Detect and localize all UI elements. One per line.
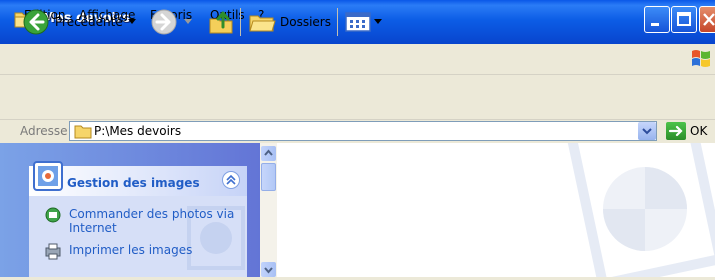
- chevron-down-icon: [184, 19, 192, 24]
- forward-arrow-icon: [151, 9, 177, 35]
- toolbar-separator: [337, 8, 338, 36]
- back-arrow-icon: [23, 9, 49, 35]
- toolbar-separator: [240, 8, 241, 36]
- chevron-down-icon: [374, 19, 382, 24]
- image-management-icon: [33, 161, 63, 191]
- folders-button[interactable]: Dossiers: [248, 6, 331, 38]
- address-label: Adresse: [20, 124, 68, 138]
- folder-icon: [74, 125, 92, 139]
- printer-icon: [45, 243, 61, 260]
- back-label: Précédente: [55, 15, 123, 29]
- chevron-down-icon: [128, 19, 136, 24]
- watermark-image-icon: [565, 143, 715, 277]
- address-dropdown-button[interactable]: [638, 122, 656, 140]
- scroll-up-button[interactable]: [261, 146, 276, 161]
- back-dropdown[interactable]: [128, 6, 136, 38]
- folder-up-icon: [209, 11, 233, 34]
- collapse-panel-button[interactable]: [222, 171, 240, 189]
- back-button[interactable]: Précédente: [22, 6, 123, 38]
- minimize-button[interactable]: [644, 6, 670, 33]
- minimize-icon: [651, 23, 659, 26]
- toolbar: [0, 75, 715, 120]
- close-icon: [703, 13, 715, 26]
- folders-label: Dossiers: [280, 15, 331, 29]
- forward-dropdown[interactable]: [184, 6, 192, 38]
- task-panel-title[interactable]: Gestion des images: [67, 176, 200, 190]
- go-label[interactable]: OK: [690, 124, 707, 138]
- chevron-up-icon: [264, 149, 273, 156]
- address-value: P:\Mes devoirs: [94, 124, 182, 138]
- maximize-button[interactable]: [671, 6, 697, 33]
- forward-button[interactable]: [150, 6, 178, 38]
- views-icon: [345, 12, 371, 32]
- chevron-down-icon: [642, 128, 652, 135]
- arrow-right-icon: [668, 125, 683, 137]
- scroll-down-button[interactable]: [261, 262, 276, 277]
- maximize-icon: [677, 12, 691, 26]
- order-photos-link-line2: Internet: [69, 221, 117, 235]
- menu-bar: [0, 44, 715, 75]
- views-button[interactable]: [345, 6, 382, 38]
- go-button[interactable]: [666, 122, 686, 140]
- chevron-down-icon: [264, 267, 273, 274]
- close-button[interactable]: [699, 6, 715, 33]
- order-photos-icon: [45, 207, 61, 223]
- scroll-thumb[interactable]: [261, 163, 276, 191]
- windows-logo-icon: [692, 50, 710, 67]
- print-images-link[interactable]: Imprimer les images: [69, 243, 192, 257]
- file-list-area[interactable]: [277, 143, 715, 277]
- chevron-up-icon: [226, 174, 236, 185]
- folders-icon: [249, 15, 276, 32]
- up-folder-button[interactable]: [207, 6, 237, 38]
- order-photos-link[interactable]: Commander des photos via Internet: [69, 207, 234, 235]
- order-photos-link-line1: Commander des photos via: [69, 207, 235, 221]
